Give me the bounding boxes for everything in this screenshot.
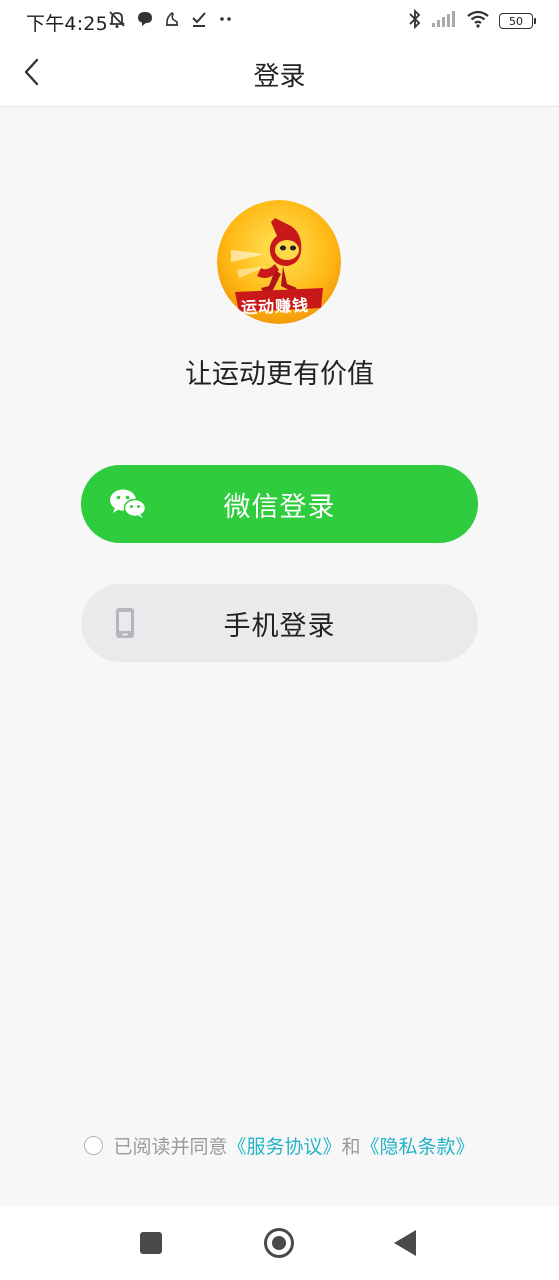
agreement-row: 已阅读并同意 《服务协议》 和 《隐私条款》	[0, 1132, 559, 1159]
chat-bubble-icon	[136, 10, 154, 32]
battery-level: 50	[509, 14, 523, 28]
slogan: 让运动更有价值	[185, 359, 374, 390]
privacy-policy-link[interactable]: 《隐私条款》	[361, 1132, 475, 1159]
status-bar: 下午4:25 50	[0, 0, 559, 42]
phone-login-button[interactable]: 手机登录	[81, 584, 478, 662]
recent-apps-icon[interactable]	[140, 1232, 162, 1254]
wechat-icon	[109, 488, 147, 520]
logo-text: 运动赚钱	[240, 295, 310, 318]
wifi-icon	[466, 10, 490, 32]
home-icon[interactable]	[264, 1228, 294, 1258]
mute-bell-icon	[107, 9, 127, 33]
signal-icon	[431, 10, 457, 32]
page-title: 登录	[253, 62, 306, 92]
notification-icon	[163, 10, 181, 32]
more-dots-icon	[217, 10, 235, 32]
title-bar: 登录	[0, 42, 559, 107]
agreement-joiner: 和	[341, 1136, 361, 1158]
system-nav-bar	[0, 1206, 559, 1280]
status-notification-icons	[107, 8, 235, 34]
service-agreement-link[interactable]: 《服务协议》	[227, 1132, 341, 1159]
wechat-login-button[interactable]: 微信登录	[81, 465, 478, 543]
agreement-prefix: 已阅读并同意	[113, 1136, 228, 1158]
phone-login-label: 手机登录	[223, 610, 336, 642]
battery-icon: 50	[499, 13, 536, 29]
status-system-icons: 50	[408, 8, 536, 34]
status-time: 下午4:25	[26, 13, 108, 35]
phone-icon	[109, 607, 141, 639]
agree-checkbox[interactable]	[84, 1136, 104, 1155]
back-triangle-icon[interactable]	[394, 1230, 416, 1256]
checkmark-icon	[190, 10, 208, 32]
bluetooth-icon	[408, 8, 422, 33]
app-logo: 运动赚钱	[217, 200, 341, 324]
wechat-login-label: 微信登录	[223, 491, 336, 523]
